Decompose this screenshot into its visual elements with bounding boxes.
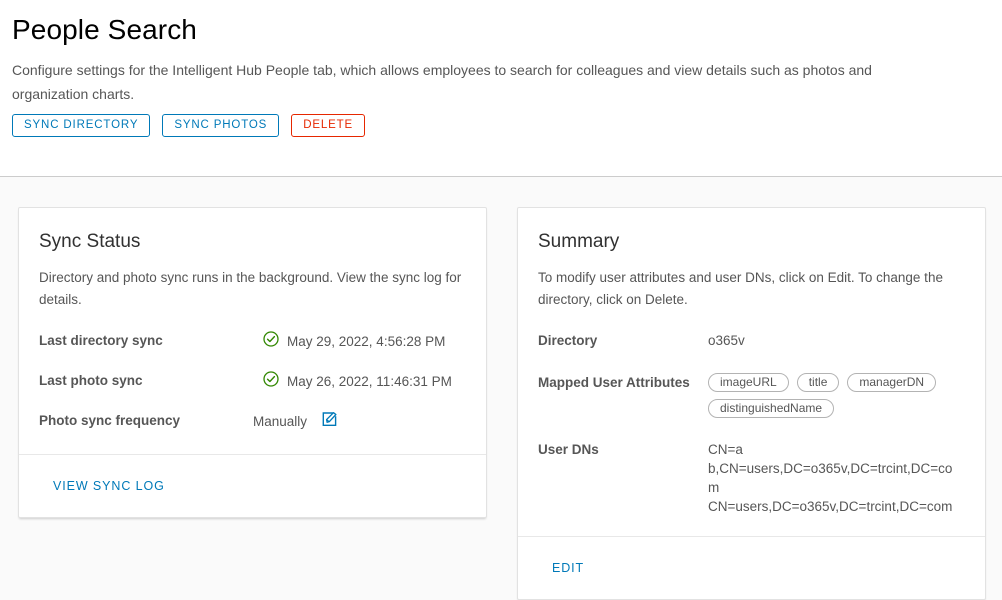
row-value-group: CN=a b,CN=users,DC=o365v,DC=trcint,DC=co…	[708, 440, 961, 516]
header-action-buttons: SYNC DIRECTORY SYNC PHOTOS DELETE	[0, 106, 1002, 138]
edit-link[interactable]: EDIT	[552, 561, 584, 575]
sync-directory-button[interactable]: SYNC DIRECTORY	[12, 114, 151, 138]
user-dn-line: b,CN=users,DC=o365v,DC=trcint,DC=com	[708, 460, 953, 495]
row-photo-sync-frequency: Photo sync frequency Manually	[39, 411, 462, 434]
sync-status-body: Sync Status Directory and photo sync run…	[19, 208, 486, 454]
row-last-photo-sync: Last photo sync May 26, 2022, 11:46:31 P…	[39, 371, 462, 393]
row-value: o365v	[708, 332, 745, 348]
row-value: May 26, 2022, 11:46:31 PM	[287, 373, 452, 389]
sync-status-title: Sync Status	[39, 231, 141, 252]
user-dn-line: CN=a	[708, 441, 743, 457]
row-value: Manually	[253, 414, 308, 430]
view-sync-log-link[interactable]: VIEW SYNC LOG	[53, 479, 165, 493]
attribute-chip: managerDN	[847, 372, 937, 392]
row-label: User DNs	[538, 441, 599, 457]
row-label: Last directory sync	[39, 332, 163, 348]
row-value-group: imageURL title managerDN distinguishedNa…	[708, 372, 961, 418]
row-label: Last photo sync	[39, 372, 143, 388]
summary-rows: Directory o365v Mapped User Attributes i…	[538, 331, 961, 516]
page-header: People Search Configure settings for the…	[0, 0, 1002, 177]
sync-status-rows: Last directory sync May 29, 2022, 4:56:2…	[39, 331, 462, 434]
pencil-square-icon[interactable]	[321, 411, 338, 434]
row-value-group: Manually	[253, 411, 462, 434]
summary-description: To modify user attributes and user DNs, …	[538, 269, 943, 307]
row-mapped-user-attributes: Mapped User Attributes imageURL title ma…	[538, 372, 961, 418]
sync-status-card: Sync Status Directory and photo sync run…	[18, 207, 487, 518]
sync-photos-button[interactable]: SYNC PHOTOS	[162, 114, 280, 138]
summary-card: Summary To modify user attributes and us…	[517, 207, 986, 600]
attribute-chip: title	[796, 372, 840, 392]
check-circle-icon	[263, 331, 279, 353]
summary-body: Summary To modify user attributes and us…	[518, 208, 985, 536]
check-circle-icon	[263, 371, 279, 393]
row-directory: Directory o365v	[538, 331, 961, 351]
content-area: Sync Status Directory and photo sync run…	[0, 177, 1002, 600]
summary-footer: EDIT	[518, 535, 985, 599]
summary-title: Summary	[538, 231, 620, 252]
row-value-group: May 26, 2022, 11:46:31 PM	[263, 371, 462, 393]
row-label: Mapped User Attributes	[538, 374, 690, 390]
sync-status-description: Directory and photo sync runs in the bac…	[39, 269, 462, 307]
row-label: Directory	[538, 332, 598, 348]
page-title: People Search	[12, 14, 197, 45]
attribute-chip: distinguishedName	[708, 398, 835, 418]
sync-status-footer: VIEW SYNC LOG	[19, 453, 486, 517]
attribute-chip: imageURL	[708, 372, 789, 392]
row-last-directory-sync: Last directory sync May 29, 2022, 4:56:2…	[39, 331, 462, 353]
row-user-dns: User DNs CN=a b,CN=users,DC=o365v,DC=trc…	[538, 440, 961, 516]
attribute-chip-list: imageURL title managerDN distinguishedNa…	[708, 372, 961, 418]
row-label: Photo sync frequency	[39, 412, 181, 428]
page-description: Configure settings for the Intelligent H…	[12, 62, 872, 103]
delete-button[interactable]: DELETE	[291, 114, 366, 138]
user-dn-line: CN=users,DC=o365v,DC=trcint,DC=com	[708, 498, 953, 514]
row-value-group: May 29, 2022, 4:56:28 PM	[263, 331, 462, 353]
row-value: May 29, 2022, 4:56:28 PM	[287, 333, 446, 349]
